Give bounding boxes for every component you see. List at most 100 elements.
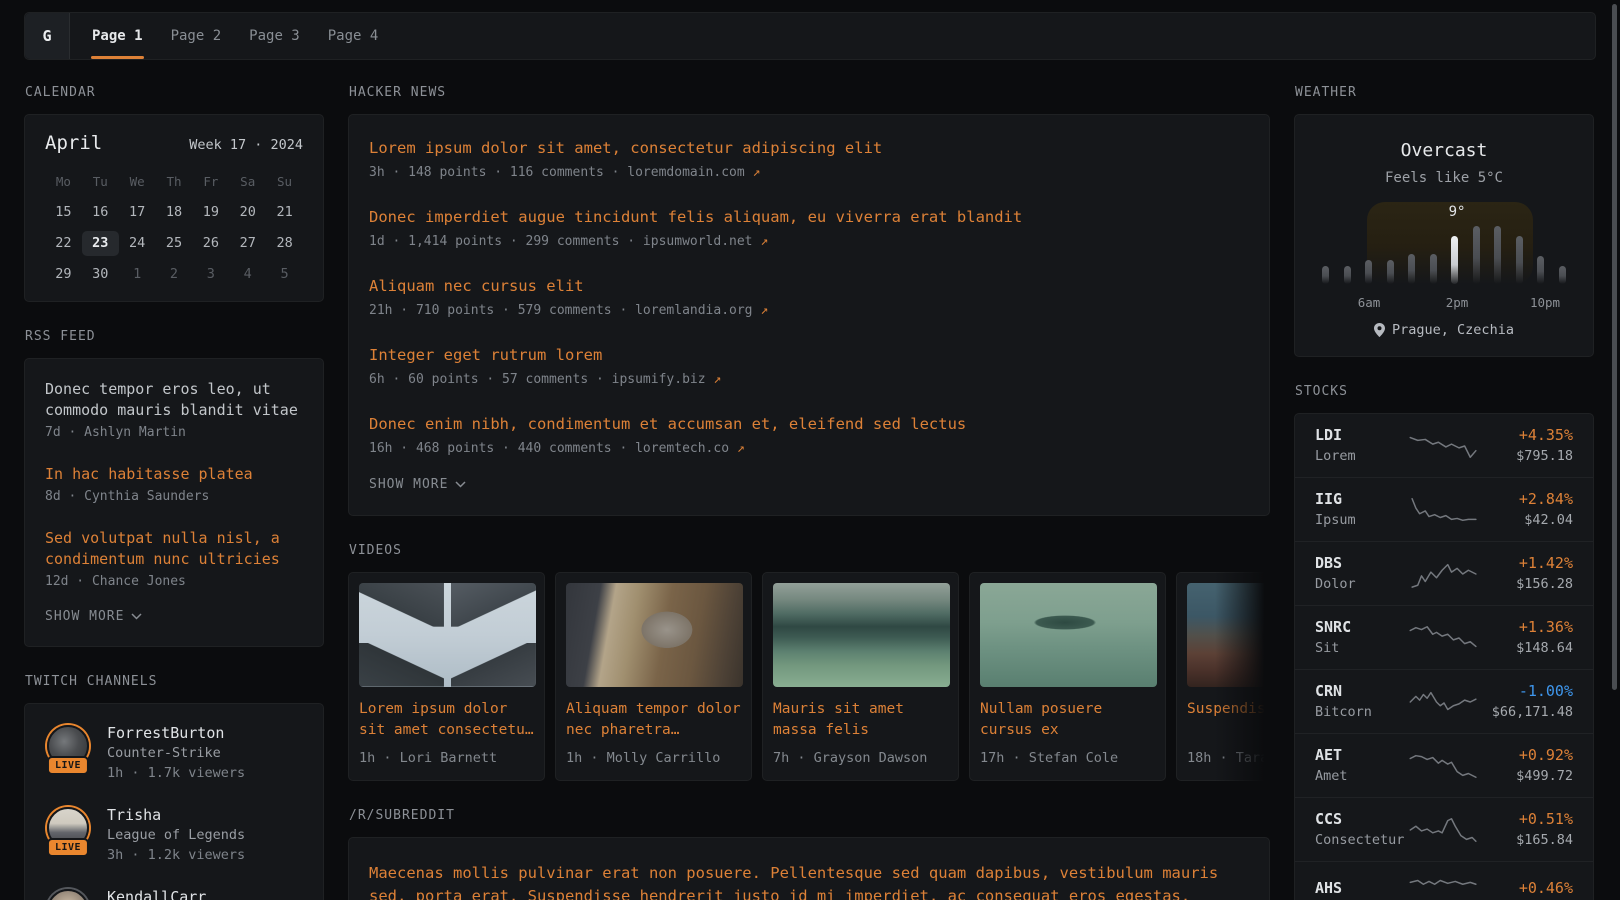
hackernews-item-meta: 1d · 1,414 points · 299 comments · ipsum… xyxy=(369,234,1249,249)
weather-bar xyxy=(1494,226,1501,284)
calendar-day: 24 xyxy=(119,231,156,256)
weather-bar xyxy=(1365,260,1372,284)
calendar-day-selected: 23 xyxy=(82,231,119,256)
top-nav-bar: G Page 1 Page 2 Page 3 Page 4 xyxy=(24,12,1596,60)
page-tabs: Page 1 Page 2 Page 3 Page 4 xyxy=(70,13,392,59)
live-badge: LIVE xyxy=(47,838,89,857)
external-link-icon[interactable]: ↗ xyxy=(760,303,768,318)
stock-values: -1.00% $66,171.48 xyxy=(1484,681,1573,722)
stock-price: $42.04 xyxy=(1484,510,1573,530)
video-meta: 18h · Tara xyxy=(1187,750,1270,766)
weather-location-text: Prague, Czechia xyxy=(1392,322,1514,338)
twitch-channel[interactable]: LIVE ForrestBurton Counter-Strike 1h · 1… xyxy=(45,712,303,794)
stock-id: CRN Bitcorn xyxy=(1315,681,1404,722)
current-temperature-label: 9° xyxy=(1449,204,1466,220)
stock-name: Consectetur xyxy=(1315,830,1404,850)
stock-row[interactable]: SNRC Sit +1.36% $148.64 xyxy=(1295,605,1593,669)
video-card[interactable]: Lorem ipsum dolor sit amet consectetu… 1… xyxy=(348,572,545,781)
channel-name: KendallCarr xyxy=(107,887,206,900)
calendar-day: 29 xyxy=(45,262,82,287)
hackernews-item-title[interactable]: Aliquam nec cursus elit xyxy=(369,275,1249,297)
chevron-down-icon xyxy=(455,481,466,488)
hackernews-show-more-button[interactable]: SHOW MORE xyxy=(369,468,1249,507)
hackernews-widget: Lorem ipsum dolor sit amet, consectetur … xyxy=(348,114,1270,516)
stock-change-percent: +0.92% xyxy=(1484,745,1573,766)
stock-sparkline xyxy=(1404,815,1484,845)
time-tick: 2pm xyxy=(1446,295,1469,310)
stock-row[interactable]: DBS Dolor +1.42% $156.28 xyxy=(1295,541,1593,605)
video-card[interactable]: Nullam posuere cursus ex 17h · Stefan Co… xyxy=(969,572,1166,781)
stock-ticker: CRN xyxy=(1315,681,1404,702)
rss-item-title[interactable]: Donec tempor eros leo, ut commodo mauris… xyxy=(45,379,303,421)
weather-widget: Overcast Feels like 5°C 9° 6am 2pm 10pm … xyxy=(1294,114,1594,357)
stock-change-percent: +0.46% xyxy=(1484,878,1573,899)
tab-page-4[interactable]: Page 4 xyxy=(314,13,393,59)
hackernews-item-title[interactable]: Donec enim nibh, condimentum et accumsan… xyxy=(369,413,1249,435)
live-badge: LIVE xyxy=(47,756,89,775)
weather-bar xyxy=(1516,236,1523,284)
stock-name: Bitcorn xyxy=(1315,702,1404,722)
twitch-channel[interactable]: LIVE Trisha League of Legends 3h · 1.2k … xyxy=(45,794,303,876)
app-logo[interactable]: G xyxy=(25,13,70,59)
hackernews-section-label: HACKER NEWS xyxy=(349,85,1270,100)
hackernews-item-title[interactable]: Lorem ipsum dolor sit amet, consectetur … xyxy=(369,137,1249,159)
time-tick: 6am xyxy=(1358,295,1381,310)
video-title: Suspendisse diam xyxy=(1187,699,1270,741)
dashboard-page: G Page 1 Page 2 Page 3 Page 4 CALENDAR A… xyxy=(0,0,1620,900)
video-meta: 1h · Lori Barnett xyxy=(359,750,534,766)
stock-row[interactable]: AHS +0.46% xyxy=(1295,861,1593,900)
stock-row[interactable]: CCS Consectetur +0.51% $165.84 xyxy=(1295,797,1593,861)
rss-item-title[interactable]: Sed volutpat nulla nisl, a condimentum n… xyxy=(45,528,303,570)
calendar-day-next-month: 5 xyxy=(266,262,303,287)
hackernews-item-title[interactable]: Donec imperdiet augue tincidunt felis al… xyxy=(369,206,1249,228)
stock-values: +0.51% $165.84 xyxy=(1484,809,1573,850)
rss-show-more-button[interactable]: SHOW MORE xyxy=(45,600,303,639)
calendar-day: 16 xyxy=(82,200,119,225)
stock-price: $165.84 xyxy=(1484,830,1573,850)
weather-feels-like: Feels like 5°C xyxy=(1315,170,1573,186)
hackernews-item-title[interactable]: Integer eget rutrum lorem xyxy=(369,344,1249,366)
stock-row[interactable]: CRN Bitcorn -1.00% $66,171.48 xyxy=(1295,669,1593,733)
vertical-scrollbar[interactable] xyxy=(1612,4,1617,690)
video-card[interactable]: Mauris sit amet massa felis 7h · Grayson… xyxy=(762,572,959,781)
stock-price: $499.72 xyxy=(1484,766,1573,786)
external-link-icon[interactable]: ↗ xyxy=(713,372,721,387)
video-thumbnail xyxy=(773,583,950,687)
stock-ticker: AHS xyxy=(1315,878,1404,899)
stock-change-percent: +1.42% xyxy=(1484,553,1573,574)
calendar-day-next-month: 1 xyxy=(119,262,156,287)
stock-id: CCS Consectetur xyxy=(1315,809,1404,850)
calendar-day: 19 xyxy=(192,200,229,225)
stock-row[interactable]: LDI Lorem +4.35% $795.18 xyxy=(1295,414,1593,477)
stock-name: Sit xyxy=(1315,638,1404,658)
calendar-month: April xyxy=(45,132,102,154)
avatar: LIVE xyxy=(45,805,91,851)
calendar-day: 22 xyxy=(45,231,82,256)
stock-id: AHS xyxy=(1315,878,1404,899)
weather-bar xyxy=(1322,266,1329,284)
stock-change-percent: +1.36% xyxy=(1484,617,1573,638)
stock-sparkline xyxy=(1404,623,1484,653)
video-card[interactable]: Suspendisse diam 18h · Tara xyxy=(1176,572,1270,781)
tab-page-3[interactable]: Page 3 xyxy=(235,13,314,59)
stocks-widget: LDI Lorem +4.35% $795.18 IIG Ipsum xyxy=(1294,413,1594,900)
videos-widget: Lorem ipsum dolor sit amet consectetu… 1… xyxy=(348,572,1270,781)
weather-location: Prague, Czechia xyxy=(1315,322,1573,338)
tab-page-2[interactable]: Page 2 xyxy=(157,13,236,59)
video-card[interactable]: Aliquam tempor dolor nec pharetra… 1h · … xyxy=(555,572,752,781)
rss-item-title[interactable]: In hac habitasse platea xyxy=(45,464,303,485)
video-thumbnail xyxy=(566,583,743,687)
stock-id: DBS Dolor xyxy=(1315,553,1404,594)
external-link-icon[interactable]: ↗ xyxy=(737,441,745,456)
external-link-icon[interactable]: ↗ xyxy=(753,165,761,180)
twitch-channel[interactable]: KendallCarr xyxy=(45,876,303,900)
tab-page-1[interactable]: Page 1 xyxy=(78,13,157,59)
hackernews-item: Lorem ipsum dolor sit amet, consectetur … xyxy=(369,123,1249,192)
stock-row[interactable]: IIG Ipsum +2.84% $42.04 xyxy=(1295,477,1593,541)
stock-ticker: CCS xyxy=(1315,809,1404,830)
stock-row[interactable]: AET Amet +0.92% $499.72 xyxy=(1295,733,1593,797)
subreddit-post: Maecenas mollis pulvinar erat non posuer… xyxy=(369,850,1249,900)
subreddit-post-title[interactable]: Maecenas mollis pulvinar erat non posuer… xyxy=(369,862,1249,900)
external-link-icon[interactable]: ↗ xyxy=(760,234,768,249)
left-column: CALENDAR April Week 17 · 2024 Mo Tu We T… xyxy=(24,84,324,900)
